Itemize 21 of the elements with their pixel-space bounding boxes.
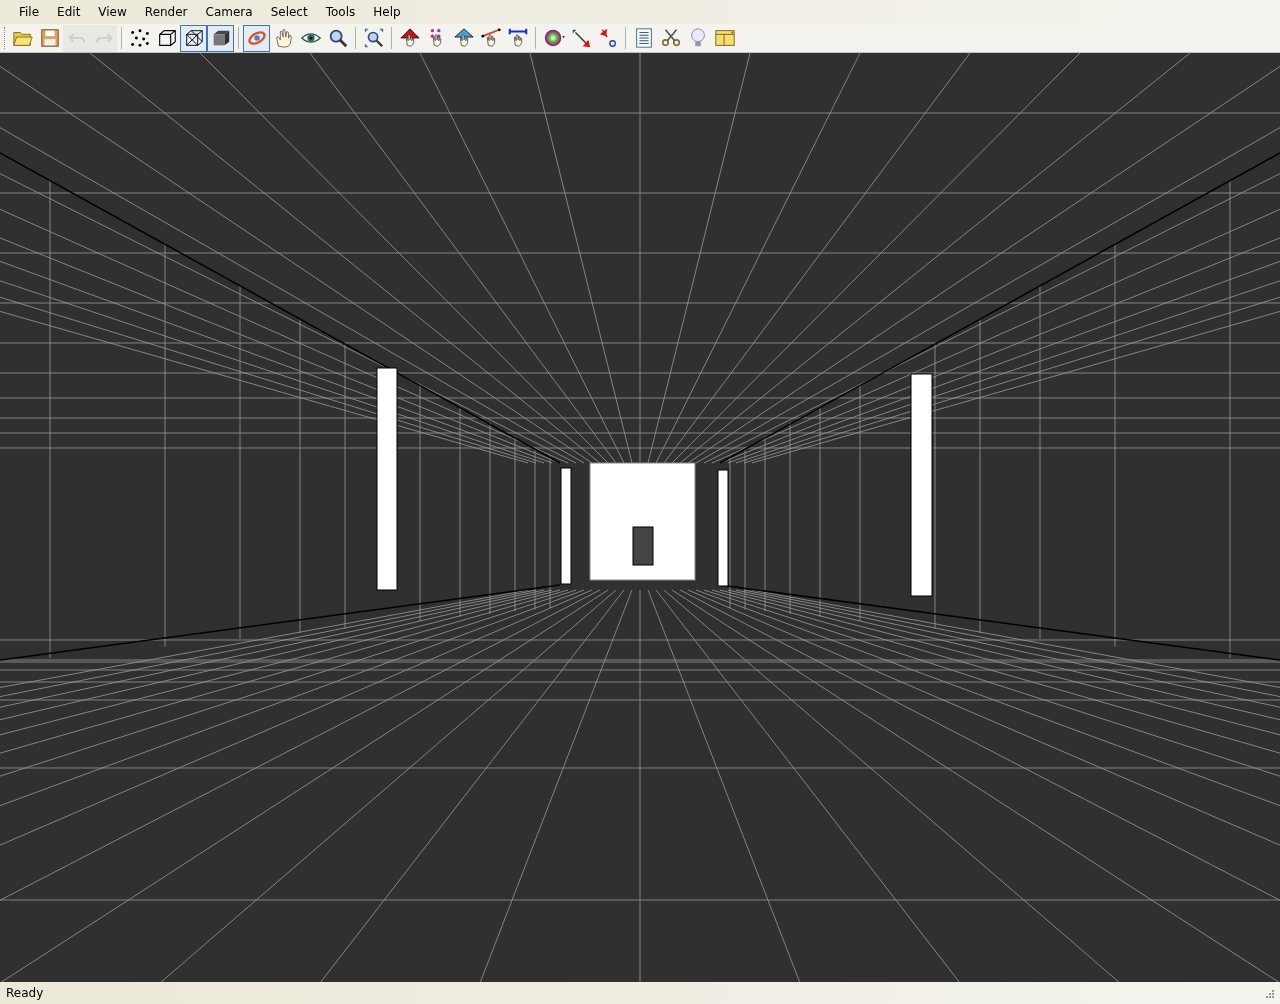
points-icon <box>128 27 151 49</box>
menu-item[interactable]: View <box>90 3 135 21</box>
menu-item[interactable]: Help <box>365 3 409 21</box>
pick-border-icon <box>506 27 529 49</box>
resize-grip-icon <box>1264 988 1274 998</box>
color-wheel-icon <box>542 27 565 49</box>
pick-triangle-icon <box>452 27 475 49</box>
menu-item[interactable]: Camera <box>197 3 261 21</box>
menu-item[interactable]: Tools <box>317 3 364 21</box>
menu-item[interactable]: Edit <box>49 3 89 21</box>
menu-item[interactable]: Render <box>136 3 196 21</box>
menu-item[interactable]: Select <box>262 3 316 21</box>
menu-item[interactable]: File <box>11 3 48 21</box>
pick-face-icon <box>398 27 421 49</box>
window-icon <box>713 27 736 49</box>
fit-view-icon <box>362 27 385 49</box>
toolbar-button[interactable] <box>180 24 207 52</box>
pick-edge-icon <box>479 27 502 49</box>
scissors-icon <box>659 27 682 49</box>
toolbar-button[interactable] <box>207 24 234 52</box>
status-text: Ready <box>6 985 44 1002</box>
